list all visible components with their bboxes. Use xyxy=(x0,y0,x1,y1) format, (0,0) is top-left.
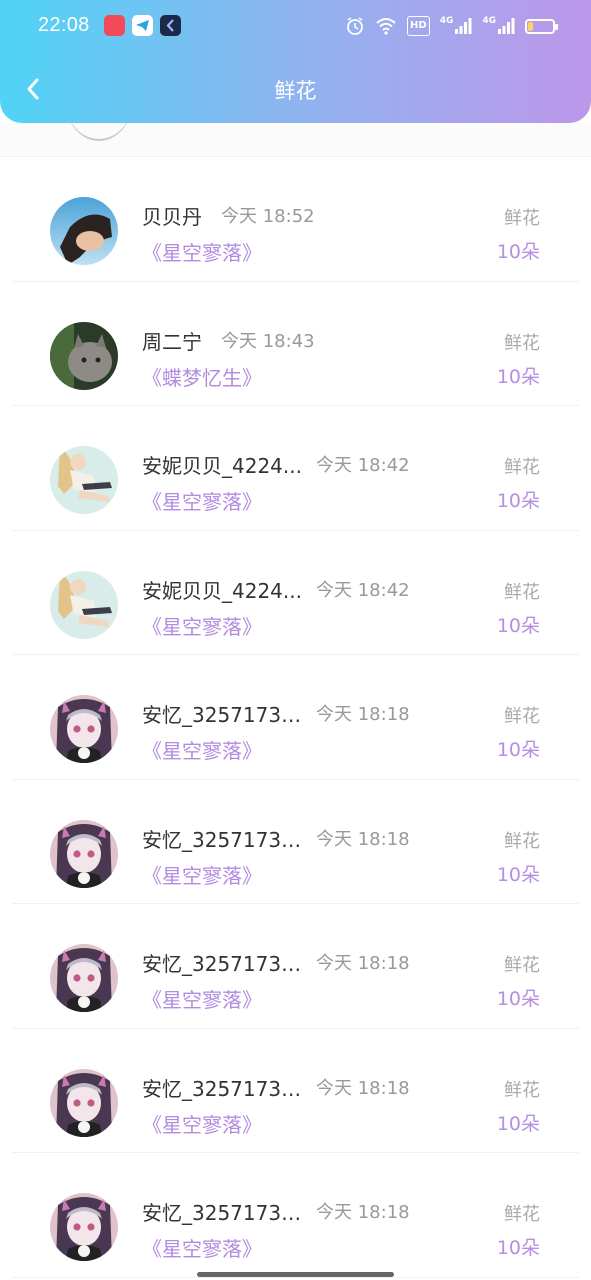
page-title: 鲜花 xyxy=(274,79,317,103)
list-item[interactable]: 安忆_325717395 今天 18:18 《星空寥落》 鲜花 10朵 xyxy=(0,1029,591,1153)
work-title-link[interactable]: 《星空寥落》 xyxy=(142,984,262,1013)
scrolled-previous-row xyxy=(0,123,591,157)
status-icons: HD 4G 4G xyxy=(345,15,558,37)
signal-icon: 4G xyxy=(440,16,473,36)
avatar[interactable] xyxy=(50,1068,118,1137)
gift-type: 鲜花 xyxy=(504,1204,540,1225)
gift-type: 鲜花 xyxy=(504,581,540,603)
gift-time: 今天 18:42 xyxy=(316,455,410,476)
hd-badge: HD xyxy=(407,16,430,36)
battery-level xyxy=(528,21,534,31)
network-type-label: 4G xyxy=(482,16,496,26)
work-title-link[interactable]: 《星空寥落》 xyxy=(142,611,262,640)
gift-time: 今天 18:18 xyxy=(316,704,410,725)
work-title-link[interactable]: 《星空寥落》 xyxy=(142,486,262,515)
gift-count: 10朵 xyxy=(496,863,540,886)
gift-type: 鲜花 xyxy=(504,830,540,852)
gift-count: 10朵 xyxy=(496,988,540,1010)
signal-icon: 4G xyxy=(482,16,515,36)
user-name: 安忆_325717395 xyxy=(142,1076,302,1101)
list-item[interactable]: 安忆_325717395 今天 18:18 《星空寥落》 鲜花 10朵 xyxy=(0,780,591,904)
gift-type: 鲜花 xyxy=(504,706,540,727)
gift-time: 今天 18:18 xyxy=(316,1077,410,1099)
avatar[interactable] xyxy=(50,321,118,390)
user-name: 安妮贝贝_4224... xyxy=(142,578,302,603)
avatar[interactable] xyxy=(50,1193,118,1261)
list-item[interactable]: 安忆_325717395 今天 18:18 《星空寥落》 鲜花 10朵 xyxy=(0,1153,591,1278)
work-title-link[interactable]: 《星空寥落》 xyxy=(142,1233,262,1262)
battery-icon xyxy=(525,16,558,36)
avatar[interactable] xyxy=(50,197,118,265)
user-name: 安忆_325717395 xyxy=(142,703,302,727)
gift-count: 10朵 xyxy=(496,490,540,512)
gift-time: 今天 18:18 xyxy=(316,953,410,974)
list-item[interactable]: 安忆_325717395 今天 18:18 《星空寥落》 鲜花 10朵 xyxy=(0,904,591,1029)
list-item[interactable]: 安妮贝贝_4224... 今天 18:42 《星空寥落》 鲜花 10朵 xyxy=(0,406,591,531)
gift-count: 10朵 xyxy=(496,614,540,637)
gift-count: 10朵 xyxy=(496,739,540,761)
notification-app-icon xyxy=(160,15,181,36)
gift-count: 10朵 xyxy=(496,1237,540,1259)
user-name: 安忆_325717395 xyxy=(142,1201,302,1225)
user-name: 安忆_325717395 xyxy=(142,827,302,852)
list-item[interactable]: 周二宁 今天 18:43 《蝶梦忆生》 鲜花 10朵 xyxy=(0,282,591,406)
network-type-label: 4G xyxy=(439,16,454,26)
notification-app-icon xyxy=(104,15,125,36)
list-item[interactable]: 安妮贝贝_4224... 今天 18:42 《星空寥落》 鲜花 10朵 xyxy=(0,531,591,655)
home-indicator[interactable] xyxy=(197,1272,394,1277)
gift-time: 今天 18:42 xyxy=(316,579,410,601)
gift-count: 10朵 xyxy=(496,241,540,263)
avatar[interactable] xyxy=(50,570,118,639)
gift-time: 今天 18:43 xyxy=(221,330,315,352)
wifi-icon xyxy=(375,16,397,36)
telegram-icon xyxy=(132,15,153,36)
user-name: 安妮贝贝_4224... xyxy=(142,454,302,478)
gift-count: 10朵 xyxy=(496,1112,540,1135)
flower-gift-list[interactable]: 贝贝丹 今天 18:52 《星空寥落》 鲜花 10朵 周二宁 今天 18:43 … xyxy=(0,157,591,1278)
work-title-link[interactable]: 《蝶梦忆生》 xyxy=(142,362,262,391)
gift-type: 鲜花 xyxy=(504,1079,540,1101)
avatar[interactable] xyxy=(50,446,118,514)
app-header: 22:08 HD 4G 4G 鲜花 xyxy=(0,0,591,123)
work-title-link[interactable]: 《星空寥落》 xyxy=(142,1109,262,1138)
avatar[interactable] xyxy=(50,695,118,763)
gift-type: 鲜花 xyxy=(504,955,540,976)
gift-type: 鲜花 xyxy=(504,208,540,229)
list-item[interactable]: 贝贝丹 今天 18:52 《星空寥落》 鲜花 10朵 xyxy=(0,157,591,282)
gift-type: 鲜花 xyxy=(504,332,540,354)
gift-time: 今天 18:18 xyxy=(316,828,410,850)
status-bar: 22:08 HD 4G 4G xyxy=(0,0,591,54)
user-name: 安忆_325717395 xyxy=(142,952,302,976)
status-time: 22:08 xyxy=(38,14,90,36)
work-title-link[interactable]: 《星空寥落》 xyxy=(142,860,262,889)
avatar[interactable] xyxy=(50,944,118,1012)
alarm-icon xyxy=(345,16,365,36)
work-title-link[interactable]: 《星空寥落》 xyxy=(142,237,262,266)
gift-count: 10朵 xyxy=(496,365,540,388)
list-item[interactable]: 安忆_325717395 今天 18:18 《星空寥落》 鲜花 10朵 xyxy=(0,655,591,780)
user-name: 贝贝丹 xyxy=(142,205,202,229)
user-name: 周二宁 xyxy=(142,329,202,354)
avatar[interactable] xyxy=(50,819,118,888)
gift-time: 今天 18:52 xyxy=(221,206,315,227)
gift-time: 今天 18:18 xyxy=(316,1202,410,1223)
work-title-link[interactable]: 《星空寥落》 xyxy=(142,735,262,764)
gift-type: 鲜花 xyxy=(504,457,540,478)
